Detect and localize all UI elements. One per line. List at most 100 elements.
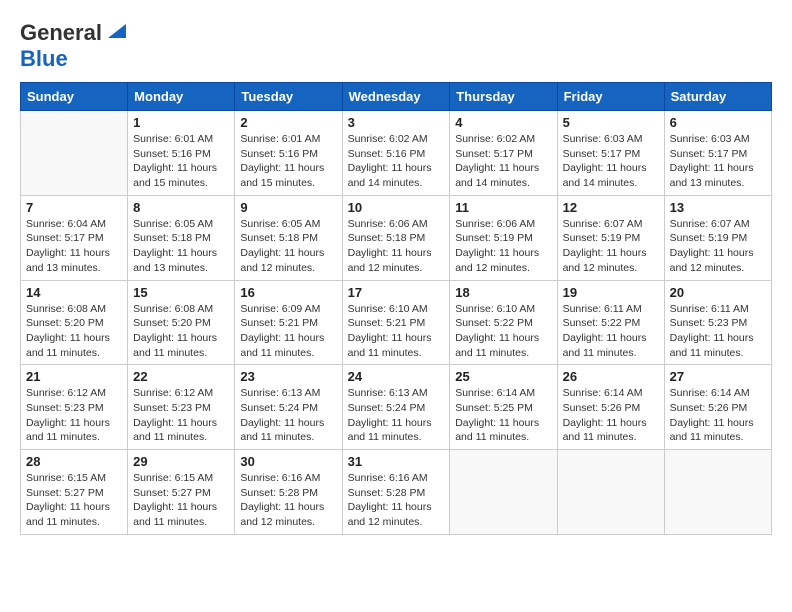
calendar-cell: 3Sunrise: 6:02 AM Sunset: 5:16 PM Daylig…: [342, 111, 450, 196]
calendar-cell: 7Sunrise: 6:04 AM Sunset: 5:17 PM Daylig…: [21, 195, 128, 280]
calendar-cell: 21Sunrise: 6:12 AM Sunset: 5:23 PM Dayli…: [21, 365, 128, 450]
day-number: 2: [240, 115, 336, 130]
day-of-week-header: Sunday: [21, 83, 128, 111]
calendar-cell: 27Sunrise: 6:14 AM Sunset: 5:26 PM Dayli…: [664, 365, 771, 450]
cell-content: Sunrise: 6:01 AM Sunset: 5:16 PM Dayligh…: [240, 132, 336, 191]
day-number: 25: [455, 369, 551, 384]
logo-blue-text: Blue: [20, 46, 68, 71]
logo: General Blue: [20, 20, 126, 72]
cell-content: Sunrise: 6:06 AM Sunset: 5:18 PM Dayligh…: [348, 217, 445, 276]
calendar-week-row: 28Sunrise: 6:15 AM Sunset: 5:27 PM Dayli…: [21, 450, 772, 535]
cell-content: Sunrise: 6:09 AM Sunset: 5:21 PM Dayligh…: [240, 302, 336, 361]
logo-general-text: General: [20, 20, 102, 46]
day-number: 30: [240, 454, 336, 469]
cell-content: Sunrise: 6:03 AM Sunset: 5:17 PM Dayligh…: [563, 132, 659, 191]
cell-content: Sunrise: 6:11 AM Sunset: 5:22 PM Dayligh…: [563, 302, 659, 361]
cell-content: Sunrise: 6:03 AM Sunset: 5:17 PM Dayligh…: [670, 132, 766, 191]
page-header: General Blue: [20, 20, 772, 72]
day-number: 6: [670, 115, 766, 130]
cell-content: Sunrise: 6:16 AM Sunset: 5:28 PM Dayligh…: [240, 471, 336, 530]
day-number: 26: [563, 369, 659, 384]
cell-content: Sunrise: 6:15 AM Sunset: 5:27 PM Dayligh…: [133, 471, 229, 530]
calendar-cell: 18Sunrise: 6:10 AM Sunset: 5:22 PM Dayli…: [450, 280, 557, 365]
day-of-week-header: Thursday: [450, 83, 557, 111]
calendar-cell: 16 Sunrise: 6:09 AM Sunset: 5:21 PM Dayli…: [235, 280, 342, 365]
calendar-cell: 8Sunrise: 6:05 AM Sunset: 5:18 PM Daylig…: [128, 195, 235, 280]
cell-content: Sunrise: 6:05 AM Sunset: 5:18 PM Dayligh…: [240, 217, 336, 276]
day-number: 15: [133, 285, 229, 300]
day-number: 19: [563, 285, 659, 300]
calendar-cell: 24 Sunrise: 6:13 AM Sunset: 5:24 PM Dayli…: [342, 365, 450, 450]
calendar-cell: 28Sunrise: 6:15 AM Sunset: 5:27 PM Dayli…: [21, 450, 128, 535]
cell-content: Sunrise: 6:07 AM Sunset: 5:19 PM Dayligh…: [563, 217, 659, 276]
cell-content: Sunrise: 6:04 AM Sunset: 5:17 PM Dayligh…: [26, 217, 122, 276]
day-number: 5: [563, 115, 659, 130]
calendar-cell: 14Sunrise: 6:08 AM Sunset: 5:20 PM Dayli…: [21, 280, 128, 365]
day-number: 16: [240, 285, 336, 300]
calendar-cell: 30 Sunrise: 6:16 AM Sunset: 5:28 PM Dayli…: [235, 450, 342, 535]
cell-content: Sunrise: 6:07 AM Sunset: 5:19 PM Dayligh…: [670, 217, 766, 276]
calendar-week-row: 14Sunrise: 6:08 AM Sunset: 5:20 PM Dayli…: [21, 280, 772, 365]
calendar-week-row: 1 Sunrise: 6:01 AM Sunset: 5:16 PM Daylig…: [21, 111, 772, 196]
calendar-cell: 9 Sunrise: 6:05 AM Sunset: 5:18 PM Daylig…: [235, 195, 342, 280]
day-of-week-header: Wednesday: [342, 83, 450, 111]
calendar-cell: 31Sunrise: 6:16 AM Sunset: 5:28 PM Dayli…: [342, 450, 450, 535]
cell-content: Sunrise: 6:08 AM Sunset: 5:20 PM Dayligh…: [26, 302, 122, 361]
cell-content: Sunrise: 6:10 AM Sunset: 5:22 PM Dayligh…: [455, 302, 551, 361]
calendar-cell: 17Sunrise: 6:10 AM Sunset: 5:21 PM Dayli…: [342, 280, 450, 365]
day-number: 9: [240, 200, 336, 215]
day-number: 22: [133, 369, 229, 384]
calendar-week-row: 7Sunrise: 6:04 AM Sunset: 5:17 PM Daylig…: [21, 195, 772, 280]
calendar-cell: 26 Sunrise: 6:14 AM Sunset: 5:26 PM Dayli…: [557, 365, 664, 450]
calendar-cell: 20 Sunrise: 6:11 AM Sunset: 5:23 PM Dayli…: [664, 280, 771, 365]
cell-content: Sunrise: 6:02 AM Sunset: 5:17 PM Dayligh…: [455, 132, 551, 191]
day-number: 12: [563, 200, 659, 215]
day-of-week-header: Monday: [128, 83, 235, 111]
calendar-cell: 25 Sunrise: 6:14 AM Sunset: 5:25 PM Dayli…: [450, 365, 557, 450]
cell-content: Sunrise: 6:12 AM Sunset: 5:23 PM Dayligh…: [133, 386, 229, 445]
day-number: 1: [133, 115, 229, 130]
day-number: 29: [133, 454, 229, 469]
calendar-cell: 10 Sunrise: 6:06 AM Sunset: 5:18 PM Dayli…: [342, 195, 450, 280]
day-number: 31: [348, 454, 445, 469]
cell-content: Sunrise: 6:15 AM Sunset: 5:27 PM Dayligh…: [26, 471, 122, 530]
calendar-cell: 19 Sunrise: 6:11 AM Sunset: 5:22 PM Dayli…: [557, 280, 664, 365]
day-of-week-header: Tuesday: [235, 83, 342, 111]
cell-content: Sunrise: 6:11 AM Sunset: 5:23 PM Dayligh…: [670, 302, 766, 361]
day-number: 20: [670, 285, 766, 300]
cell-content: Sunrise: 6:12 AM Sunset: 5:23 PM Dayligh…: [26, 386, 122, 445]
logo-icon: [104, 20, 126, 42]
day-number: 4: [455, 115, 551, 130]
calendar-cell: 15 Sunrise: 6:08 AM Sunset: 5:20 PM Dayli…: [128, 280, 235, 365]
day-of-week-header: Friday: [557, 83, 664, 111]
calendar-cell: 11 Sunrise: 6:06 AM Sunset: 5:19 PM Dayli…: [450, 195, 557, 280]
calendar-cell: [557, 450, 664, 535]
calendar-cell: 1 Sunrise: 6:01 AM Sunset: 5:16 PM Daylig…: [128, 111, 235, 196]
calendar-cell: 13Sunrise: 6:07 AM Sunset: 5:19 PM Dayli…: [664, 195, 771, 280]
calendar-cell: [664, 450, 771, 535]
cell-content: Sunrise: 6:13 AM Sunset: 5:24 PM Dayligh…: [240, 386, 336, 445]
calendar-cell: 5 Sunrise: 6:03 AM Sunset: 5:17 PM Daylig…: [557, 111, 664, 196]
calendar-cell: 4 Sunrise: 6:02 AM Sunset: 5:17 PM Daylig…: [450, 111, 557, 196]
day-number: 11: [455, 200, 551, 215]
calendar-cell: 6 Sunrise: 6:03 AM Sunset: 5:17 PM Daylig…: [664, 111, 771, 196]
cell-content: Sunrise: 6:01 AM Sunset: 5:16 PM Dayligh…: [133, 132, 229, 191]
cell-content: Sunrise: 6:10 AM Sunset: 5:21 PM Dayligh…: [348, 302, 445, 361]
calendar-table: SundayMondayTuesdayWednesdayThursdayFrid…: [20, 82, 772, 535]
day-of-week-header: Saturday: [664, 83, 771, 111]
day-number: 3: [348, 115, 445, 130]
cell-content: Sunrise: 6:14 AM Sunset: 5:25 PM Dayligh…: [455, 386, 551, 445]
calendar-cell: [21, 111, 128, 196]
cell-content: Sunrise: 6:14 AM Sunset: 5:26 PM Dayligh…: [563, 386, 659, 445]
calendar-header-row: SundayMondayTuesdayWednesdayThursdayFrid…: [21, 83, 772, 111]
cell-content: Sunrise: 6:13 AM Sunset: 5:24 PM Dayligh…: [348, 386, 445, 445]
cell-content: Sunrise: 6:06 AM Sunset: 5:19 PM Dayligh…: [455, 217, 551, 276]
cell-content: Sunrise: 6:08 AM Sunset: 5:20 PM Dayligh…: [133, 302, 229, 361]
cell-content: Sunrise: 6:05 AM Sunset: 5:18 PM Dayligh…: [133, 217, 229, 276]
calendar-cell: [450, 450, 557, 535]
calendar-cell: 23Sunrise: 6:13 AM Sunset: 5:24 PM Dayli…: [235, 365, 342, 450]
day-number: 10: [348, 200, 445, 215]
day-number: 24: [348, 369, 445, 384]
calendar-cell: 29 Sunrise: 6:15 AM Sunset: 5:27 PM Dayli…: [128, 450, 235, 535]
calendar-cell: 2 Sunrise: 6:01 AM Sunset: 5:16 PM Daylig…: [235, 111, 342, 196]
